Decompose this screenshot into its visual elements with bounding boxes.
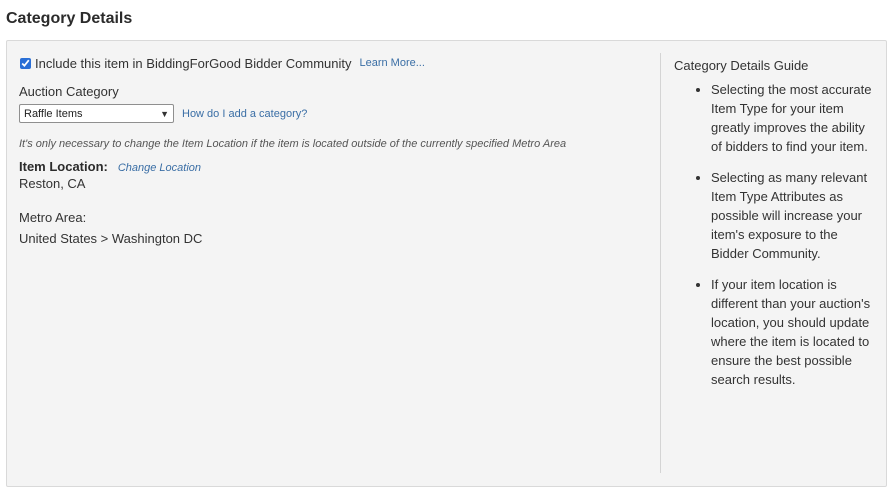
add-category-help-link[interactable]: How do I add a category? <box>182 108 307 120</box>
page-title: Category Details <box>6 10 133 27</box>
include-checkbox[interactable] <box>20 57 31 69</box>
item-location-label: Item Location: <box>19 159 108 174</box>
include-row: Include this item in BiddingForGood Bidd… <box>19 53 619 73</box>
chevron-down-icon: ▼ <box>160 108 169 119</box>
column-divider <box>660 53 661 473</box>
include-label[interactable]: Include this item in BiddingForGood Bidd… <box>35 56 351 71</box>
category-select-row: Raffle Items ▼ How do I add a category? <box>19 104 619 123</box>
category-form: Include this item in BiddingForGood Bidd… <box>19 53 619 246</box>
guide-title: Category Details Guide <box>674 58 809 73</box>
metro-area-label: Metro Area: <box>19 210 87 225</box>
auction-category-label: Auction Category <box>19 84 119 99</box>
category-details-panel: Include this item in BiddingForGood Bidd… <box>6 40 887 487</box>
location-note: It's only necessary to change the Item L… <box>19 138 567 150</box>
guide-item: Selecting as many relevant Item Type Att… <box>711 168 874 263</box>
category-details-guide: Category Details Guide Selecting the mos… <box>674 58 874 401</box>
item-location-value: Reston, CA <box>19 176 86 191</box>
auction-category-selected: Raffle Items <box>24 107 83 120</box>
learn-more-link[interactable]: Learn More... <box>359 57 424 69</box>
item-location-row: Item Location: Change Location <box>19 159 619 174</box>
guide-item: If your item location is different than … <box>711 275 874 389</box>
guide-list: Selecting the most accurate Item Type fo… <box>674 80 874 389</box>
auction-category-select[interactable]: Raffle Items ▼ <box>19 104 174 123</box>
guide-item: Selecting the most accurate Item Type fo… <box>711 80 874 156</box>
metro-area-value: United States > Washington DC <box>19 231 203 246</box>
change-location-link[interactable]: Change Location <box>118 162 201 174</box>
